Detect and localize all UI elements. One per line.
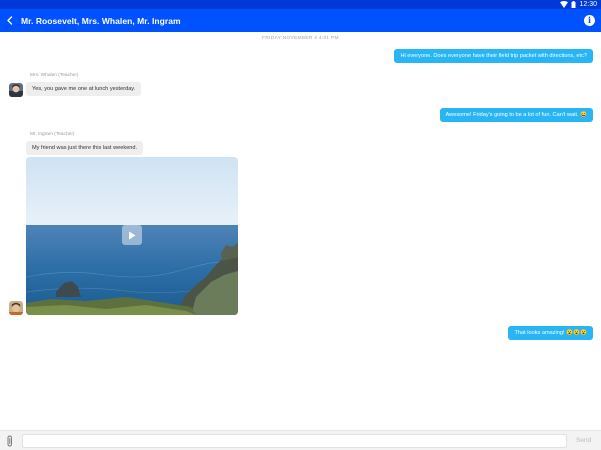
messaging-screen: 12:30 Mr. Roosevelt, Mrs. Whalen, Mr. In… bbox=[0, 0, 601, 450]
app-bar: Mr. Roosevelt, Mrs. Whalen, Mr. Ingram i bbox=[0, 9, 601, 32]
incoming-message[interactable]: Yes, you gave me one at lunch yesterday. bbox=[26, 82, 142, 96]
play-button[interactable] bbox=[122, 225, 142, 245]
video-attachment[interactable] bbox=[26, 157, 238, 315]
back-button[interactable] bbox=[0, 9, 20, 32]
avatar[interactable] bbox=[9, 83, 23, 97]
conversation-title: Mr. Roosevelt, Mrs. Whalen, Mr. Ingram bbox=[21, 15, 181, 26]
composer-bar: Send bbox=[0, 430, 601, 450]
incoming-message[interactable]: My friend was just there this last weeke… bbox=[26, 141, 144, 155]
battery-icon bbox=[571, 1, 576, 8]
date-divider: FRIDAY NOVEMBER 4 4:01 PM bbox=[262, 36, 339, 41]
back-arrow-icon bbox=[7, 16, 13, 25]
sender-name: Mr. Ingram (Teacher) bbox=[30, 132, 75, 137]
status-time: 12:30 bbox=[579, 1, 597, 8]
send-button[interactable]: Send bbox=[576, 431, 591, 450]
avatar[interactable] bbox=[9, 301, 23, 315]
sender-name: Mrs. Whalen (Teacher) bbox=[30, 73, 79, 78]
message-input[interactable] bbox=[22, 434, 567, 448]
outgoing-message[interactable]: That looks amazing! 😮😮😮 bbox=[508, 326, 593, 340]
paperclip-icon[interactable] bbox=[5, 435, 15, 447]
info-icon[interactable]: i bbox=[584, 15, 595, 26]
wifi-icon bbox=[560, 1, 569, 8]
status-bar: 12:30 bbox=[0, 0, 601, 9]
outgoing-message[interactable]: Awesome! Friday's going to be a lot of f… bbox=[439, 108, 593, 122]
play-icon bbox=[129, 231, 136, 239]
outgoing-message[interactable]: Hi everyone. Does everyone have their fi… bbox=[394, 49, 593, 63]
status-icons: 12:30 bbox=[560, 0, 597, 9]
